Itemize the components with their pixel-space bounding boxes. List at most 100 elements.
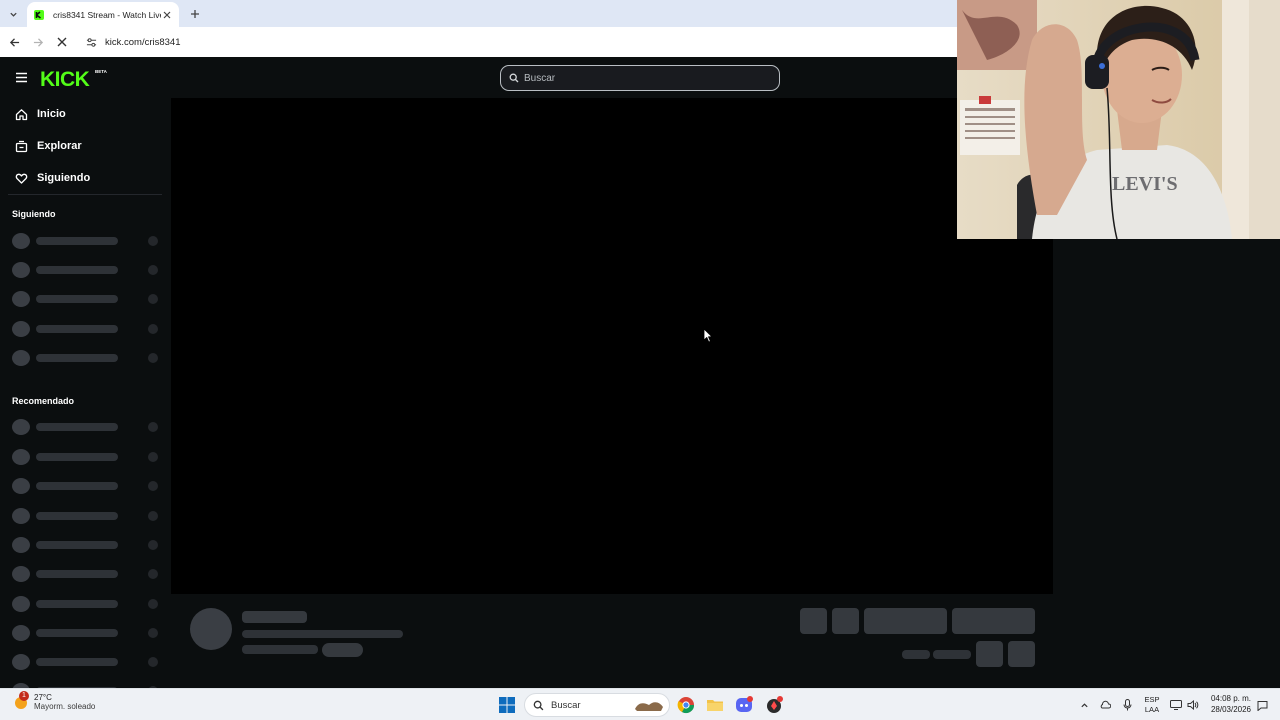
- list-item[interactable]: [12, 625, 162, 641]
- app-taskbar-button[interactable]: [764, 695, 784, 715]
- plus-icon: [190, 9, 199, 18]
- list-item[interactable]: [12, 419, 162, 435]
- list-item[interactable]: [12, 537, 162, 553]
- tray-microphone-button[interactable]: [1119, 689, 1135, 720]
- tray-overflow-button[interactable]: [1076, 689, 1092, 720]
- list-item[interactable]: [12, 321, 162, 337]
- clock-time: 04:08 p. m.: [1210, 694, 1252, 703]
- sun-icon: 1: [12, 691, 30, 711]
- list-item[interactable]: [12, 566, 162, 582]
- tray-display-button[interactable]: [1168, 689, 1184, 720]
- arrow-left-icon: [9, 37, 19, 47]
- list-item[interactable]: [12, 478, 162, 494]
- webcam-overlay: LEVI'S: [957, 0, 1280, 239]
- tab-title: cris8341 Stream - Watch Live o: [53, 9, 161, 20]
- tune-icon: [86, 37, 96, 47]
- stream-category-placeholder: [242, 645, 318, 654]
- chrome-taskbar-button[interactable]: [676, 695, 696, 715]
- file-explorer-taskbar-button[interactable]: [705, 695, 725, 715]
- uptime-placeholder: [933, 650, 971, 659]
- action-button-placeholder: [976, 641, 1003, 667]
- language-code: ESP: [1144, 695, 1160, 704]
- compass-icon: [15, 140, 28, 152]
- streamer-name-placeholder: [242, 611, 307, 623]
- arrow-right-icon: [33, 37, 43, 47]
- list-item[interactable]: [12, 449, 162, 465]
- discord-taskbar-button[interactable]: [734, 695, 754, 715]
- search-input[interactable]: [524, 72, 754, 84]
- following-section-title: Siguiendo: [12, 209, 56, 219]
- close-icon: [57, 37, 67, 47]
- discord-icon: [736, 696, 753, 712]
- stop-loading-button[interactable]: [54, 34, 70, 50]
- weather-widget[interactable]: 1 27°C Mayorm. soleado: [12, 691, 96, 711]
- taskbar-clock[interactable]: 04:08 p. m. 28/03/2026: [1203, 693, 1259, 715]
- list-item[interactable]: [12, 350, 162, 366]
- url-text: kick.com/cris8341: [105, 36, 181, 48]
- menu-icon[interactable]: [14, 70, 29, 85]
- search-icon: [533, 700, 544, 710]
- back-button[interactable]: [6, 34, 22, 50]
- microphone-icon: [1123, 699, 1131, 711]
- sidebar-item-inicio[interactable]: Inicio: [0, 100, 170, 128]
- list-item[interactable]: [12, 262, 162, 278]
- notification-center-button[interactable]: [1255, 689, 1269, 720]
- windows-taskbar: 1 27°C Mayorm. soleado Buscar ESP LAA 04…: [0, 688, 1280, 720]
- windows-logo-icon: [499, 697, 515, 713]
- heart-icon: [15, 173, 28, 184]
- webcam-image: LEVI'S: [957, 0, 1280, 239]
- site-info-button[interactable]: [83, 34, 99, 50]
- tag-placeholder: [322, 643, 363, 657]
- search-box[interactable]: [500, 65, 780, 91]
- sidebar-item-label: Siguiendo: [37, 172, 91, 184]
- video-player[interactable]: [171, 98, 1053, 594]
- home-icon: [15, 108, 28, 120]
- sidebar-item-explorar[interactable]: Explorar: [0, 132, 170, 160]
- action-button-placeholder: [800, 608, 827, 634]
- notification-icon: [1257, 700, 1267, 711]
- keyboard-layout: LAA: [1144, 705, 1160, 714]
- sidebar: Inicio Explorar Siguiendo Siguiendo Reco…: [0, 98, 170, 688]
- chevron-up-icon: [1080, 702, 1088, 707]
- start-button[interactable]: [497, 695, 517, 715]
- recommended-section-title: Recomendado: [12, 396, 75, 406]
- svg-text:KICK: KICK: [40, 68, 90, 89]
- sidebar-item-siguiendo[interactable]: Siguiendo: [0, 164, 170, 192]
- svg-text:BETA: BETA: [95, 69, 108, 74]
- chevron-down-icon: [9, 12, 17, 17]
- browser-tab-active[interactable]: cris8341 Stream - Watch Live o: [27, 2, 179, 27]
- app-icon: [767, 696, 783, 713]
- input-language-button[interactable]: ESP LAA: [1140, 689, 1164, 720]
- taskbar-search-label: Buscar: [551, 699, 581, 711]
- list-item[interactable]: [12, 654, 162, 670]
- search-highlight-icon: [635, 702, 663, 711]
- sidebar-divider: [8, 194, 162, 195]
- clock-date: 28/03/2026: [1210, 705, 1252, 714]
- forward-button[interactable]: [30, 34, 46, 50]
- kick-logo[interactable]: KICK BETA: [40, 67, 108, 94]
- streamer-avatar-placeholder: [190, 608, 232, 650]
- tray-network-app-button[interactable]: [1097, 689, 1113, 720]
- sidebar-item-label: Inicio: [37, 108, 66, 120]
- list-item[interactable]: [12, 291, 162, 307]
- folder-icon: [707, 700, 723, 711]
- taskbar-search[interactable]: Buscar: [524, 693, 670, 717]
- new-tab-button[interactable]: [186, 5, 203, 22]
- follow-button-placeholder: [864, 608, 947, 634]
- kick-favicon-icon: [34, 9, 44, 20]
- action-button-placeholder: [1008, 641, 1035, 667]
- tab-search-button[interactable]: [4, 5, 22, 23]
- list-item[interactable]: [12, 508, 162, 524]
- weather-description: Mayorm. soleado: [34, 702, 96, 711]
- tray-volume-button[interactable]: [1185, 689, 1201, 720]
- notification-badge: 1: [19, 691, 29, 701]
- speaker-icon: [1187, 700, 1199, 710]
- action-button-placeholder: [832, 608, 859, 634]
- list-item[interactable]: [12, 596, 162, 612]
- tab-close-button[interactable]: [161, 9, 173, 21]
- chrome-icon: [677, 697, 695, 714]
- search-icon: [509, 73, 519, 83]
- subscribe-button-placeholder: [952, 608, 1035, 634]
- list-item[interactable]: [12, 233, 162, 249]
- svg-text:LEVI'S: LEVI'S: [1112, 173, 1178, 195]
